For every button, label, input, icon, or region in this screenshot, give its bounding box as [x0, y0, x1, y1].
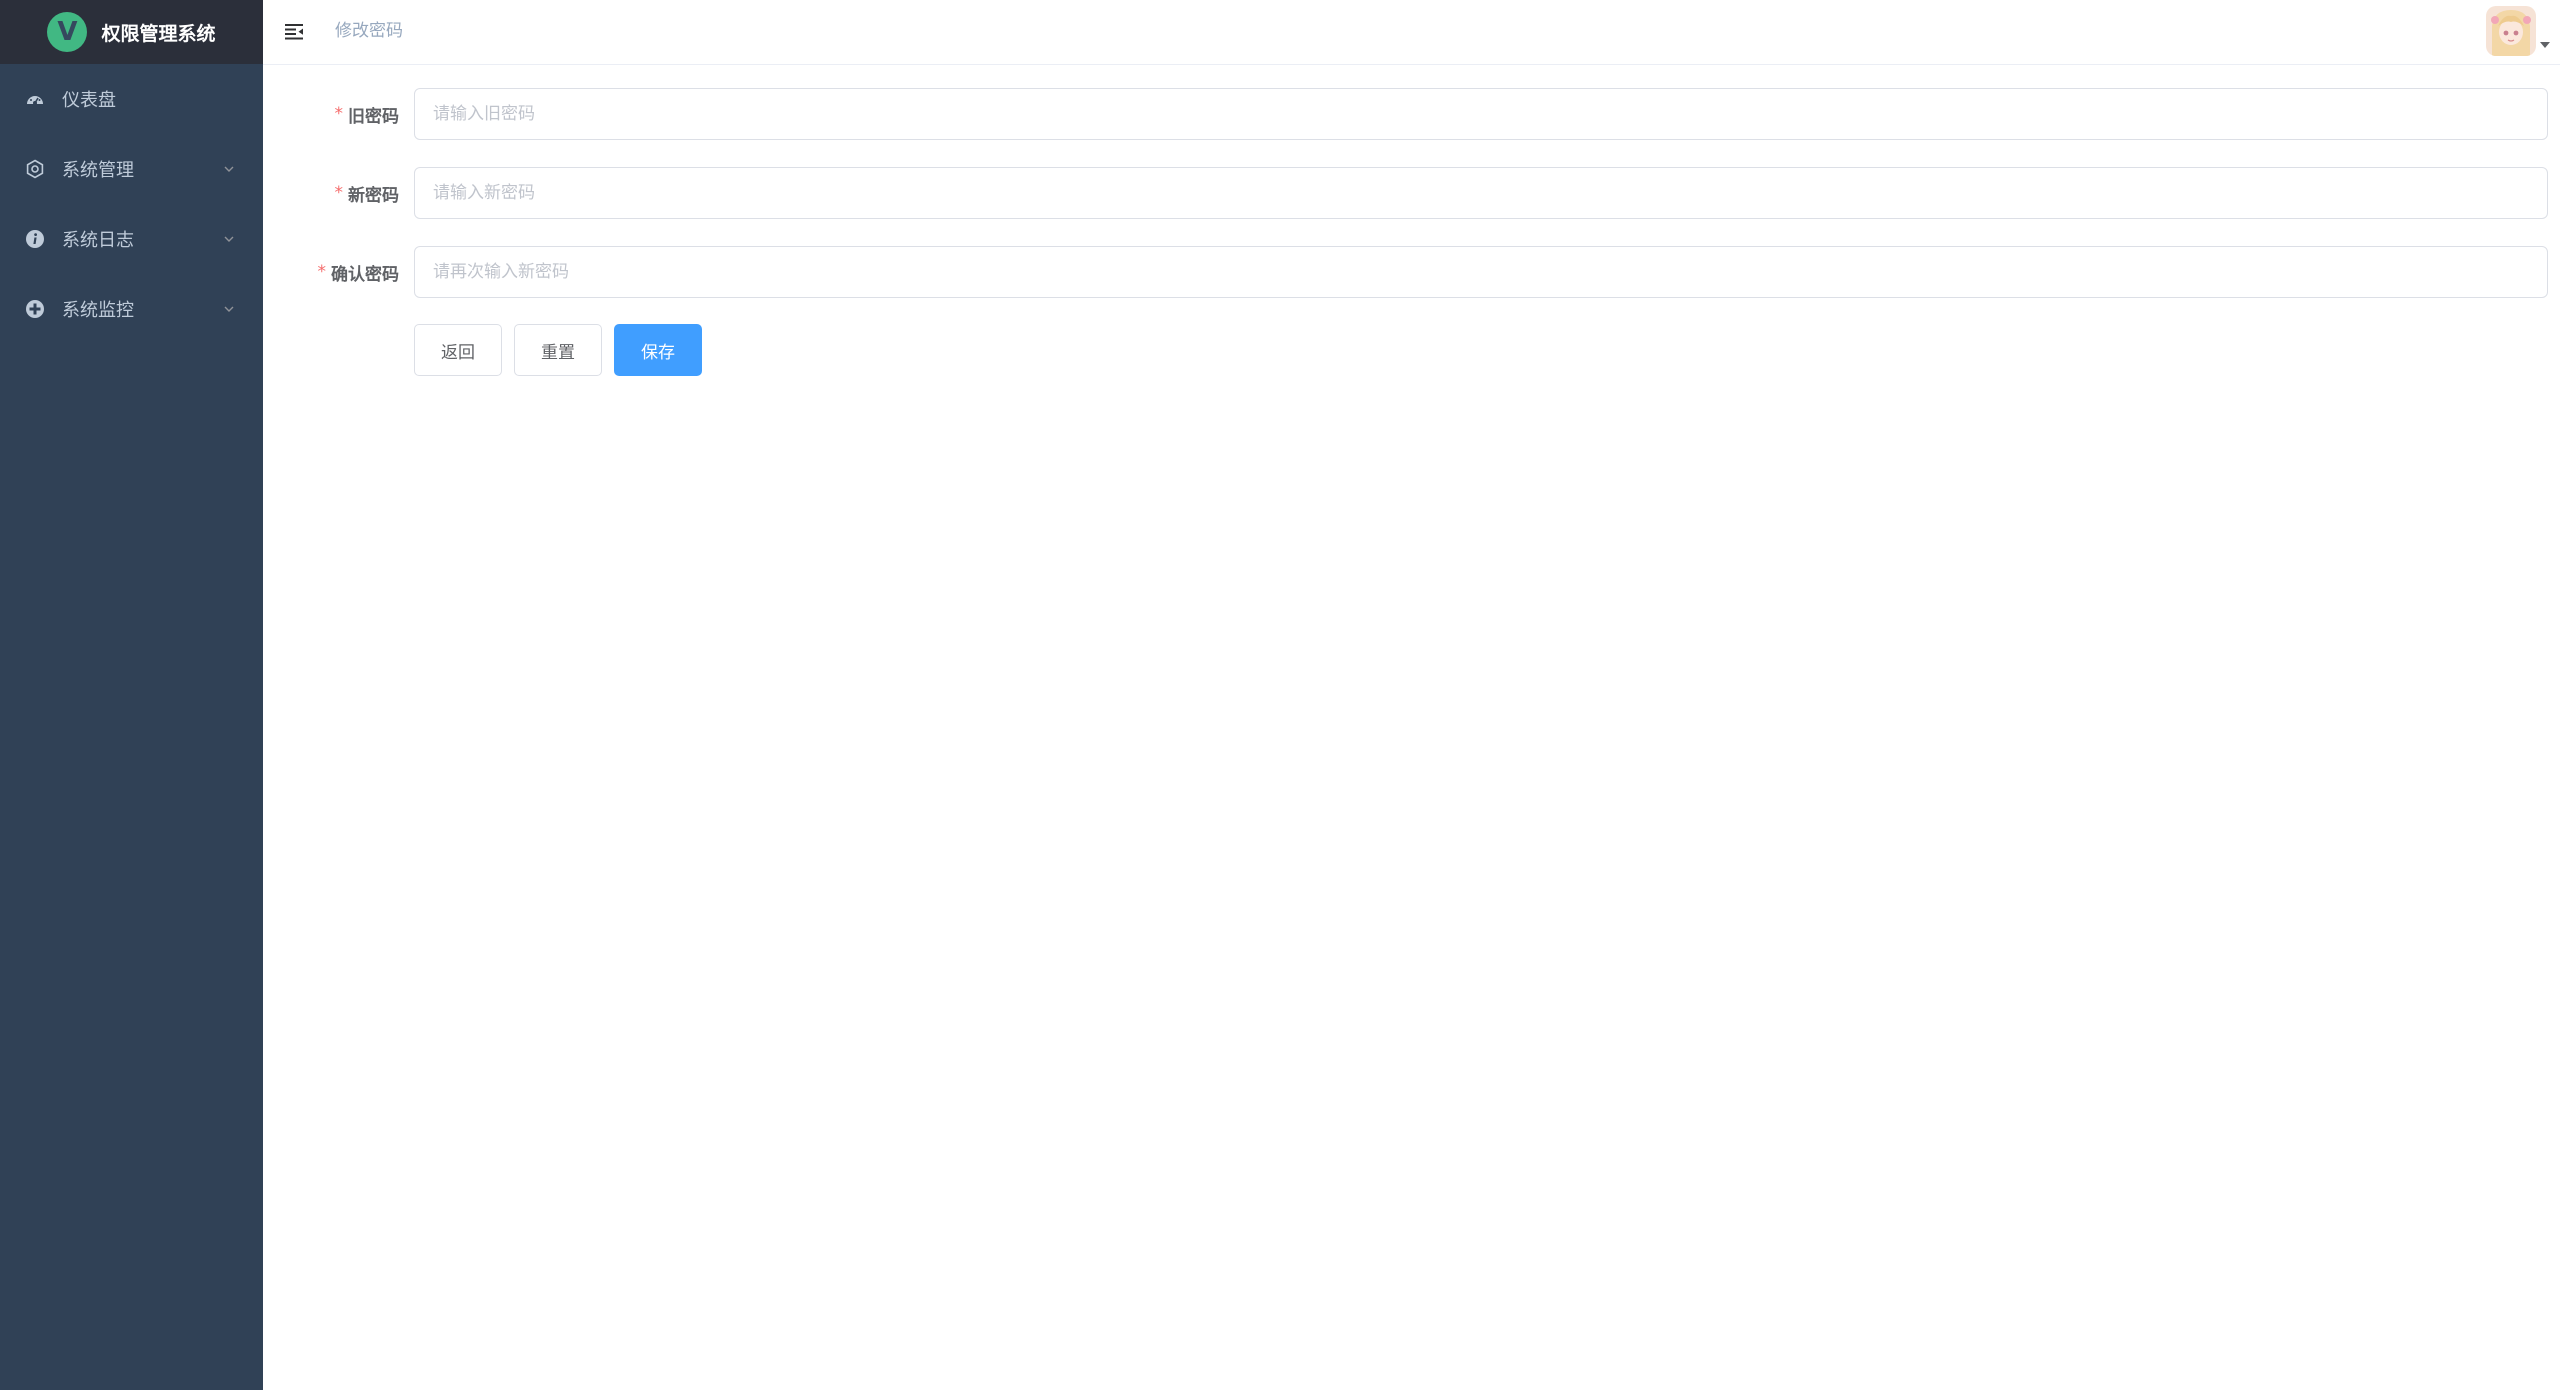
required-mark: * — [317, 262, 327, 282]
user-avatar-icon[interactable] — [2486, 6, 2536, 56]
old-password-input[interactable] — [414, 88, 2548, 140]
chevron-down-icon — [221, 301, 237, 317]
breadcrumb: 修改密码 — [335, 21, 403, 41]
caret-down-icon[interactable] — [2540, 42, 2550, 48]
sidebar-item-system-monitor[interactable]: 系统监控 — [0, 274, 263, 344]
hamburger-icon[interactable] — [283, 20, 305, 42]
main-content: 修改密码 * 旧密码 * 新密码 * 确认密码 返回 重置 保存 — [263, 0, 2560, 1390]
user-menu[interactable] — [2486, 6, 2550, 56]
form-actions: 返回 重置 保存 — [414, 324, 702, 376]
new-password-input[interactable] — [414, 167, 2548, 219]
app-title: 权限管理系统 — [101, 22, 216, 45]
sidebar-item-label: 仪表盘 — [62, 90, 116, 111]
chevron-down-icon — [221, 161, 237, 177]
sidebar-item-dashboard[interactable]: 仪表盘 — [0, 64, 263, 134]
confirm-password-label: * 确认密码 — [317, 262, 400, 285]
info-icon — [24, 228, 46, 250]
confirm-password-input[interactable] — [414, 246, 2548, 298]
reset-button[interactable]: 重置 — [514, 324, 602, 376]
chevron-down-icon — [221, 231, 237, 247]
sidebar-item-system-management[interactable]: 系统管理 — [0, 134, 263, 204]
change-password-form: * 旧密码 * 新密码 * 确认密码 返回 重置 保存 — [263, 88, 2560, 376]
sidebar-item-label: 系统日志 — [62, 230, 134, 251]
top-navbar: 修改密码 — [263, 0, 2560, 65]
back-button[interactable]: 返回 — [414, 324, 502, 376]
required-mark: * — [334, 183, 344, 203]
app-logo[interactable]: V 权限管理系统 — [0, 0, 263, 64]
required-mark: * — [334, 104, 344, 124]
vue-logo-icon: V — [47, 12, 88, 52]
sidebar-item-label: 系统管理 — [62, 160, 134, 181]
sidebar-item-system-log[interactable]: 系统日志 — [0, 204, 263, 274]
monitor-icon — [24, 298, 46, 320]
gear-icon — [24, 158, 46, 180]
sidebar: V 权限管理系统 仪表盘 系统管理 系统日志 系统监控 — [0, 0, 263, 1390]
save-button[interactable]: 保存 — [614, 324, 702, 376]
form-row-confirm-password: * 确认密码 — [263, 246, 2560, 298]
dashboard-icon — [24, 88, 46, 110]
form-row-new-password: * 新密码 — [263, 167, 2560, 219]
sidebar-item-label: 系统监控 — [62, 300, 134, 321]
old-password-label: * 旧密码 — [334, 104, 400, 127]
new-password-label: * 新密码 — [334, 183, 400, 206]
form-row-old-password: * 旧密码 — [263, 88, 2560, 140]
